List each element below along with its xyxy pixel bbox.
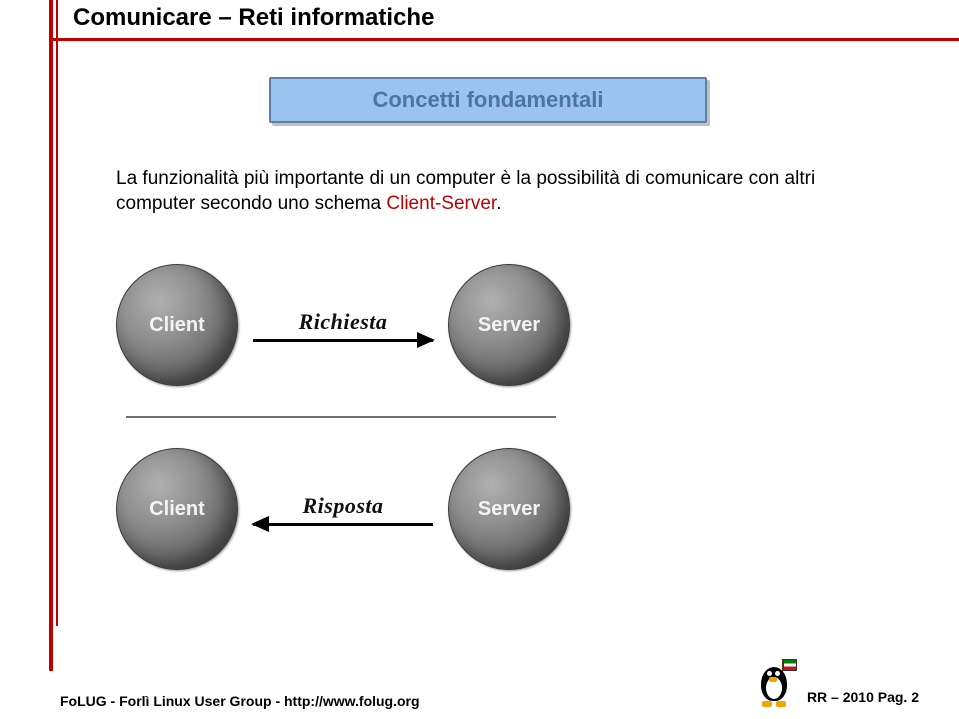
arrow-left-icon [253, 523, 433, 526]
server-node: Server [448, 448, 570, 570]
diagram-row-response: Client Risposta Server [116, 444, 616, 574]
footer-left-text: FoLUG - Forlì Linux User Group - http://… [60, 693, 420, 709]
subtitle-text: Concetti fondamentali [372, 87, 603, 113]
diagram-divider [126, 416, 556, 418]
arrow-label-request: Richiesta [299, 309, 388, 335]
arrow-label-response: Risposta [302, 493, 383, 519]
client-label: Client [149, 498, 205, 521]
client-node: Client [116, 264, 238, 386]
server-label: Server [478, 498, 540, 521]
horizontal-rule [49, 38, 959, 41]
body-text-part2: . [496, 193, 501, 214]
arrow-request: Richiesta [238, 309, 448, 342]
diagram-row-request: Client Richiesta Server [116, 260, 616, 390]
tux-logo-icon [751, 657, 797, 709]
server-node: Server [448, 264, 570, 386]
footer: FoLUG - Forlì Linux User Group - http://… [0, 657, 959, 709]
body-paragraph: La funzionalità più importante di un com… [116, 167, 866, 216]
footer-page-number: RR – 2010 Pag. 2 [807, 689, 919, 705]
page-title: Comunicare – Reti informatiche [73, 4, 434, 32]
vertical-rule-inner [56, 0, 58, 626]
arrow-response: Risposta [238, 493, 448, 526]
client-label: Client [149, 314, 205, 337]
client-node: Client [116, 448, 238, 570]
vertical-rule-outer [49, 0, 53, 671]
arrow-right-icon [253, 339, 433, 342]
body-highlight: Client-Server [386, 193, 496, 214]
server-label: Server [478, 314, 540, 337]
client-server-diagram: Client Richiesta Server Client Risposta … [116, 260, 616, 574]
subtitle-box: Concetti fondamentali [269, 77, 707, 123]
